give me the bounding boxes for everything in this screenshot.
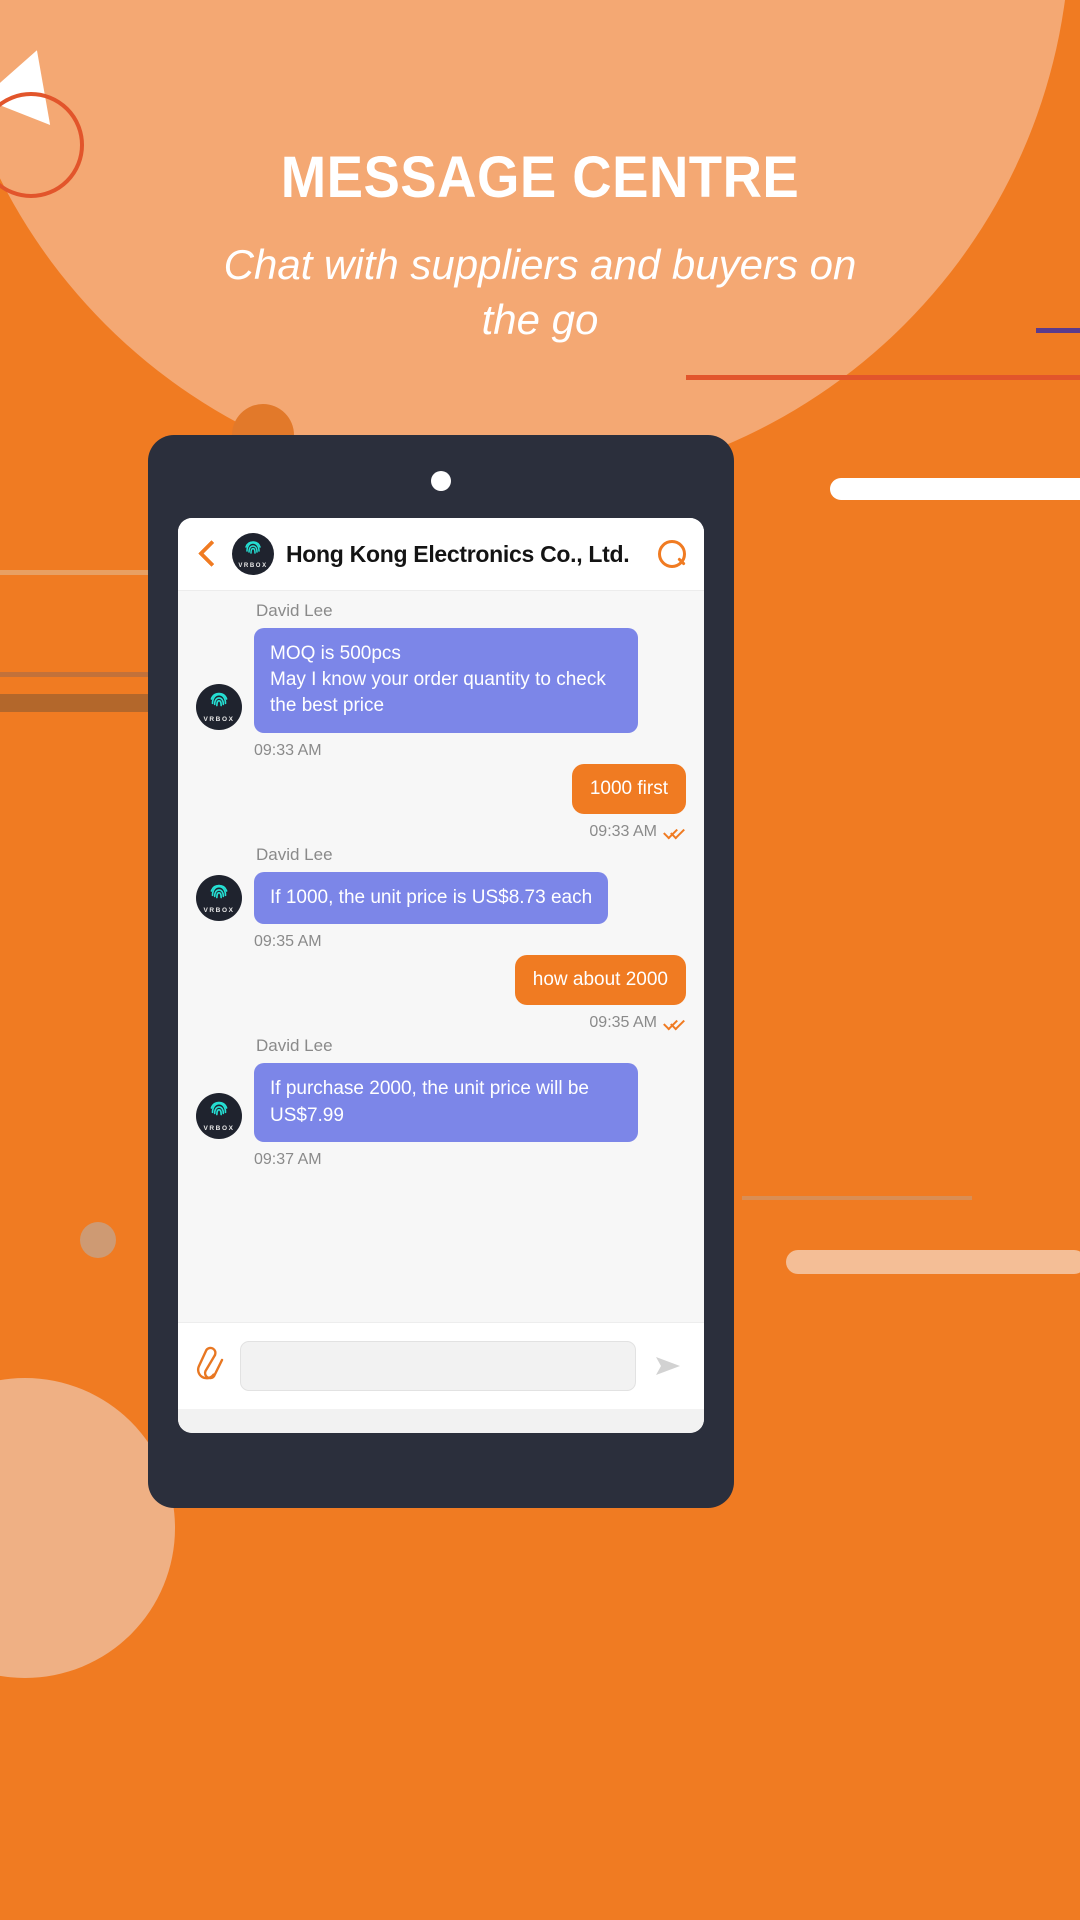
page-subtitle: Chat with suppliers and buyers on the go (223, 241, 857, 344)
screen-bottom-padding (178, 1409, 704, 1433)
search-icon[interactable] (656, 538, 688, 570)
chat-title: Hong Kong Electronics Co., Ltd. (286, 540, 630, 567)
message-column: David Lee MOQ is 500pcs May I know your … (254, 601, 638, 760)
message-column: 1000 first 09:33 AM (571, 763, 686, 841)
decor-bar-white (830, 478, 1080, 500)
message-column: David Lee If 1000, the unit price is US$… (254, 844, 609, 951)
phone-screen: VRBOX Hong Kong Electronics Co., Ltd. VR… (178, 518, 704, 1433)
fingerprint-icon (210, 1102, 228, 1116)
phone-camera-icon (431, 471, 451, 491)
message-timestamp-group: 09:35 AM (515, 1014, 686, 1032)
decor-bar-tan (786, 1250, 1080, 1274)
avatar-brand-label: VRBOX (203, 907, 235, 915)
message-timestamp: 09:33 AM (589, 822, 657, 840)
avatar-brand-label: VRBOX (238, 563, 268, 569)
paperclip-icon[interactable] (196, 1346, 226, 1386)
double-check-icon (663, 824, 686, 840)
message-bubble[interactable]: If 1000, the unit price is US$8.73 each (254, 871, 609, 925)
message-timestamp: 09:33 AM (254, 741, 322, 759)
fingerprint-icon (210, 884, 228, 899)
message-timestamp-group: 09:33 AM (572, 823, 686, 841)
message-row: VRBOX David Lee MOQ is 500pcs May I know… (178, 601, 704, 760)
message-bubble[interactable]: MOQ is 500pcs May I know your order quan… (254, 628, 638, 733)
send-arrow-icon (656, 1357, 680, 1375)
message-composer (178, 1322, 704, 1409)
avatar: VRBOX (196, 1092, 242, 1139)
message-column: David Lee If purchase 2000, the unit pri… (254, 1036, 638, 1168)
decor-dot-tan (80, 1222, 116, 1258)
message-timestamp: 09:37 AM (254, 1150, 322, 1168)
decor-line-red (686, 375, 1080, 380)
avatar-wrapper: VRBOX (196, 1092, 242, 1169)
message-bubble[interactable]: If purchase 2000, the unit price will be… (254, 1063, 638, 1142)
avatar: VRBOX (232, 533, 274, 575)
page-title: MESSAGE CENTRE (280, 145, 800, 210)
double-check-icon (663, 1015, 686, 1031)
chat-header: VRBOX Hong Kong Electronics Co., Ltd. (178, 518, 704, 591)
message-input[interactable] (240, 1341, 636, 1391)
avatar-brand-label: VRBOX (203, 1124, 235, 1132)
avatar-wrapper: VRBOX (196, 875, 242, 951)
avatar: VRBOX (196, 683, 242, 730)
message-row: how about 2000 09:35 AM (178, 955, 704, 1032)
send-button[interactable] (650, 1348, 686, 1384)
message-sender: David Lee (256, 844, 333, 864)
message-row: VRBOX David Lee If 1000, the unit price … (178, 845, 704, 951)
message-bubble[interactable]: how about 2000 (514, 955, 686, 1006)
message-timestamp: 09:35 AM (254, 933, 322, 951)
message-sender: David Lee (256, 1036, 333, 1056)
message-list[interactable]: VRBOX David Lee MOQ is 500pcs May I know… (178, 591, 704, 1322)
phone-mockup: VRBOX Hong Kong Electronics Co., Ltd. VR… (148, 435, 734, 1508)
promo-headline-group: MESSAGE CENTRE Chat with suppliers and b… (0, 144, 1080, 348)
decor-bar-brown (0, 694, 150, 712)
fingerprint-icon (210, 693, 228, 707)
fingerprint-icon (245, 541, 261, 555)
message-bubble[interactable]: 1000 first (571, 763, 686, 814)
avatar-brand-label: VRBOX (203, 715, 235, 723)
back-button[interactable] (194, 537, 220, 571)
message-timestamp: 09:35 AM (589, 1014, 657, 1032)
avatar-wrapper: VRBOX (196, 683, 242, 760)
message-row: 1000 first 09:33 AM (178, 763, 704, 841)
avatar: VRBOX (196, 875, 242, 922)
message-sender: David Lee (256, 601, 333, 620)
paperclip-glyph (196, 1346, 224, 1380)
message-row: VRBOX David Lee If purchase 2000, the un… (178, 1036, 704, 1168)
promo-banner: MESSAGE CENTRE Chat with suppliers and b… (0, 0, 1080, 1920)
message-column: how about 2000 09:35 AM (514, 955, 686, 1032)
decor-line-right-low (742, 1196, 972, 1200)
